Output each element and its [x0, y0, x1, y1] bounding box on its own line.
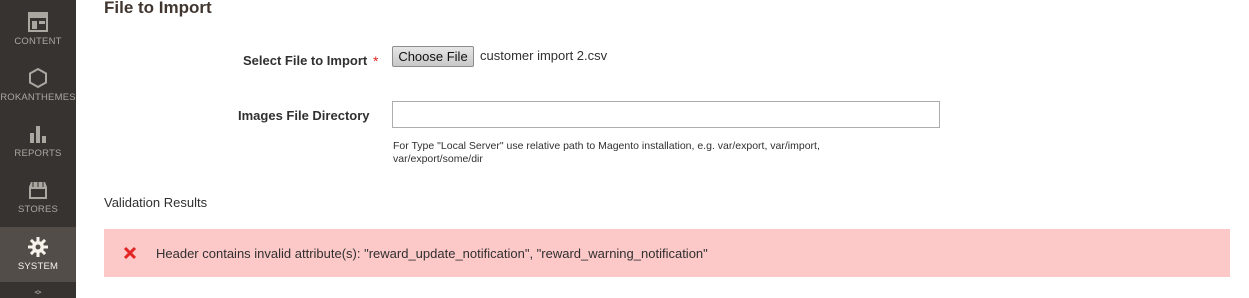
choose-file-button[interactable]: Choose File: [392, 46, 474, 67]
sidebar-item-label: SYSTEM: [17, 261, 59, 272]
sidebar-item-system[interactable]: SYSTEM: [0, 227, 76, 282]
gear-icon: [28, 237, 48, 257]
sidebar-item-label: ROKANTHEMES: [0, 92, 76, 103]
cube-icon: [34, 290, 42, 295]
required-marker: *: [373, 53, 379, 69]
sidebar-item-partial[interactable]: [0, 285, 76, 298]
content-icon: [28, 12, 48, 32]
validation-error-message: Header contains invalid attribute(s): "r…: [104, 229, 1230, 277]
admin-sidebar: CONTENT ROKANTHEMES REPORTS STORES SYSTE…: [0, 0, 76, 298]
sidebar-item-rokanthemes[interactable]: ROKANTHEMES: [0, 56, 76, 111]
sidebar-item-stores[interactable]: STORES: [0, 168, 76, 223]
selected-file-name: customer import 2.csv: [480, 48, 608, 63]
sidebar-item-label: CONTENT: [14, 36, 62, 47]
sidebar-item-reports[interactable]: REPORTS: [0, 112, 76, 167]
bar-chart-icon: [30, 126, 46, 143]
error-text: Header contains invalid attribute(s): "r…: [156, 245, 708, 261]
error-x-icon: [123, 246, 137, 260]
images-directory-note: For Type "Local Server" use relative pat…: [393, 140, 820, 165]
sidebar-item-label: STORES: [17, 204, 59, 215]
select-file-label: Select File to Import: [243, 53, 368, 68]
section-title: File to Import: [104, 0, 212, 17]
images-directory-label: Images File Directory: [238, 108, 370, 123]
sidebar-item-content[interactable]: CONTENT: [0, 0, 76, 55]
images-directory-input[interactable]: [392, 101, 940, 128]
sidebar-item-label: REPORTS: [14, 148, 62, 159]
store-icon: [29, 182, 47, 199]
hexagon-icon: [29, 67, 47, 89]
validation-results-heading: Validation Results: [104, 195, 208, 210]
